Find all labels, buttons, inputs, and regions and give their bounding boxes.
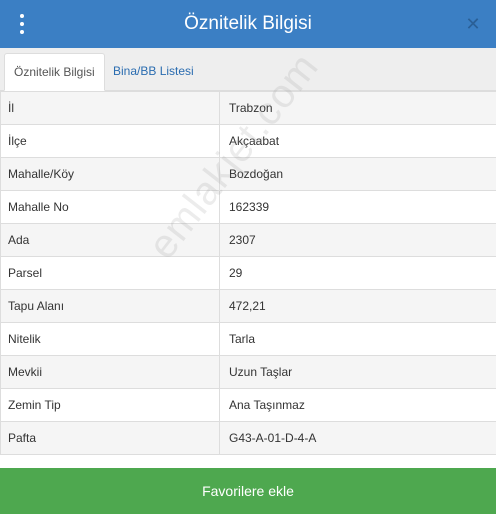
- tab-bar: Öznitelik Bilgisi Bina/BB Listesi: [0, 48, 496, 91]
- close-icon[interactable]: ✕: [462, 13, 484, 35]
- attribute-value: G43-A-01-D-4-A: [219, 421, 496, 455]
- attribute-key: Mevkii: [0, 355, 220, 389]
- attribute-key: Nitelik: [0, 322, 220, 356]
- page-title: Öznitelik Bilgisi: [184, 13, 312, 34]
- attribute-key: Mahalle/Köy: [0, 157, 220, 191]
- attribute-table: İl Trabzon İlçe Akçaabat Mahalle/Köy Boz…: [0, 91, 496, 455]
- add-to-favorites-button[interactable]: Favorilere ekle: [0, 468, 496, 514]
- table-row: İlçe Akçaabat: [0, 124, 496, 158]
- attribute-value: 472,21: [219, 289, 496, 323]
- table-row: Pafta G43-A-01-D-4-A: [0, 421, 496, 455]
- table-row: Nitelik Tarla: [0, 322, 496, 356]
- attribute-value: Uzun Taşlar: [219, 355, 496, 389]
- attribute-key: İl: [0, 91, 220, 125]
- header-bar: Öznitelik Bilgisi ✕: [0, 0, 496, 48]
- attribute-key: İlçe: [0, 124, 220, 158]
- attribute-value: Bozdoğan: [219, 157, 496, 191]
- attribute-value: Akçaabat: [219, 124, 496, 158]
- attribute-key: Tapu Alanı: [0, 289, 220, 323]
- attribute-value: Ana Taşınmaz: [219, 388, 496, 422]
- attribute-value: 2307: [219, 223, 496, 257]
- table-row: Mahalle No 162339: [0, 190, 496, 224]
- tab-building-list[interactable]: Bina/BB Listesi: [104, 53, 203, 91]
- table-row: Ada 2307: [0, 223, 496, 257]
- attribute-value: 29: [219, 256, 496, 290]
- tab-attribute-info[interactable]: Öznitelik Bilgisi: [4, 53, 105, 91]
- attribute-key: Zemin Tip: [0, 388, 220, 422]
- attribute-key: Pafta: [0, 421, 220, 455]
- attribute-value: 162339: [219, 190, 496, 224]
- attribute-key: Ada: [0, 223, 220, 257]
- table-row: İl Trabzon: [0, 91, 496, 125]
- attribute-value: Trabzon: [219, 91, 496, 125]
- table-row: Tapu Alanı 472,21: [0, 289, 496, 323]
- table-row: Zemin Tip Ana Taşınmaz: [0, 388, 496, 422]
- attribute-key: Mahalle No: [0, 190, 220, 224]
- table-row: Mevkii Uzun Taşlar: [0, 355, 496, 389]
- table-row: Parsel 29: [0, 256, 496, 290]
- table-row: Mahalle/Köy Bozdoğan: [0, 157, 496, 191]
- attribute-key: Parsel: [0, 256, 220, 290]
- attribute-value: Tarla: [219, 322, 496, 356]
